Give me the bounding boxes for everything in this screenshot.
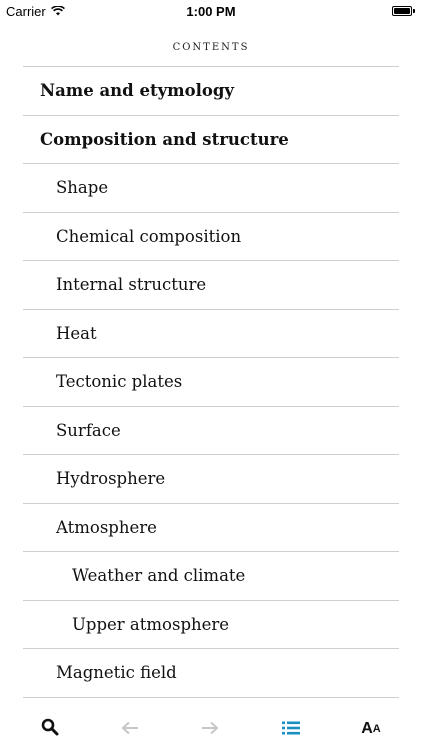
toc-item-label: Composition and structure <box>40 129 289 149</box>
contents-list: Name and etymology Composition and struct… <box>23 66 399 698</box>
toc-item-label: Hydrosphere <box>56 469 166 489</box>
toc-item-label: Chemical composition <box>56 226 242 246</box>
toc-item-label: Heat <box>56 323 97 343</box>
back-button[interactable] <box>117 718 143 740</box>
toc-item[interactable]: Atmosphere <box>23 504 399 552</box>
toc-item-label: Magnetic field <box>56 663 177 683</box>
toc-item[interactable]: Tectonic plates <box>23 358 399 407</box>
text-size-small-glyph: A <box>372 723 381 735</box>
status-bar: Carrier 1:00 PM <box>0 0 422 22</box>
arrow-left-icon <box>121 720 139 739</box>
search-button[interactable] <box>37 718 63 740</box>
toc-item-label: Tectonic plates <box>56 372 183 392</box>
toc-item[interactable]: Chemical composition <box>23 213 399 261</box>
toc-item[interactable]: Magnetic field <box>23 649 399 698</box>
text-size-button[interactable]: AA <box>358 718 384 740</box>
search-icon <box>41 718 59 740</box>
toc-item[interactable]: Weather and climate <box>23 552 399 601</box>
toc-item[interactable]: Name and etymology <box>23 67 399 116</box>
list-icon <box>282 720 300 739</box>
contents-button[interactable] <box>278 718 304 740</box>
toc-item-label: Atmosphere <box>56 517 157 537</box>
bottom-toolbar: AA <box>0 706 422 750</box>
toc-item-label: Name and etymology <box>40 81 235 101</box>
forward-button[interactable] <box>197 718 223 740</box>
toc-item[interactable]: Surface <box>23 407 399 455</box>
toc-item-label: Surface <box>56 420 121 440</box>
toc-item[interactable]: Upper atmosphere <box>23 601 399 649</box>
toc-item-label: Upper atmosphere <box>72 614 230 634</box>
toc-item-label: Shape <box>56 178 109 198</box>
toc-item[interactable]: Heat <box>23 310 399 358</box>
battery-icon <box>392 6 416 16</box>
text-size-big-glyph: A <box>361 720 373 737</box>
toc-item[interactable]: Composition and structure <box>23 116 399 164</box>
toc-item-label: Internal structure <box>56 275 207 295</box>
toc-item[interactable]: Hydrosphere <box>23 455 399 504</box>
toc-item[interactable]: Internal structure <box>23 261 399 310</box>
page-title: CONTENTS <box>172 42 250 53</box>
toc-item-label: Weather and climate <box>72 566 246 586</box>
status-time: 1:00 PM <box>186 4 236 19</box>
toc-item[interactable]: Shape <box>23 164 399 213</box>
arrow-right-icon <box>201 720 219 739</box>
